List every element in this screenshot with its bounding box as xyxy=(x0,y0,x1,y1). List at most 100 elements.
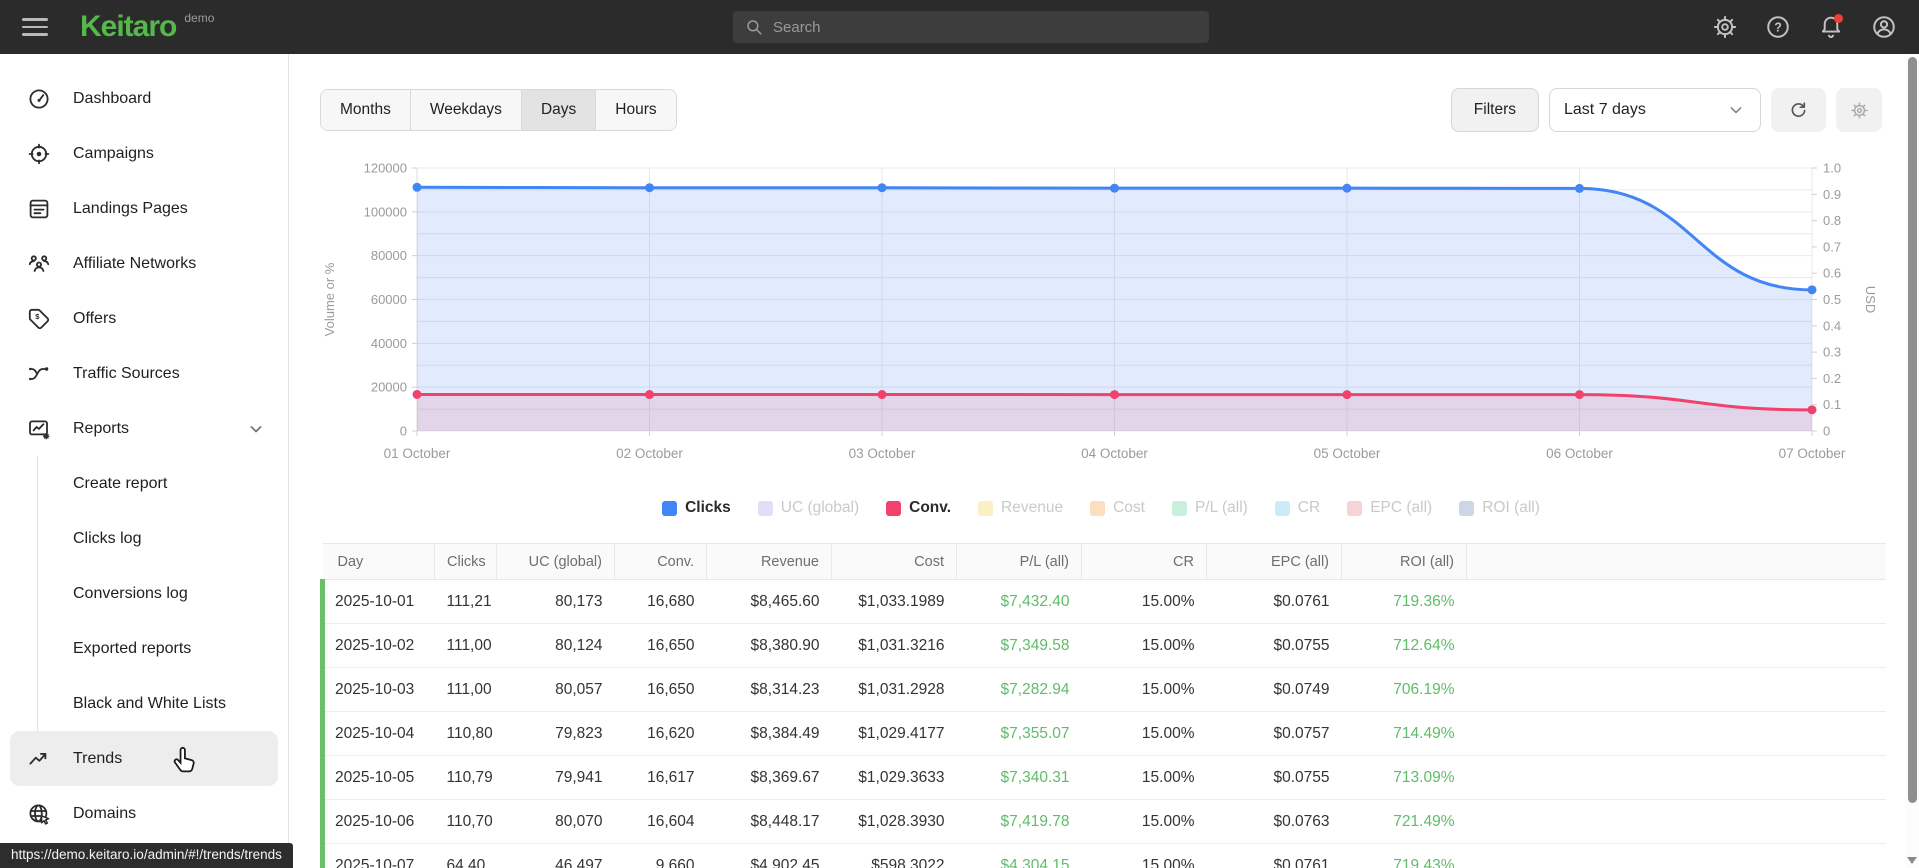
sidebar-item-black-and-white-lists[interactable]: Black and White Lists xyxy=(0,676,288,731)
settings-gear-icon[interactable] xyxy=(1712,14,1738,40)
legend-item-cr[interactable]: CR xyxy=(1274,499,1320,517)
legend-item-cost[interactable]: Cost xyxy=(1090,499,1145,517)
cell-uc-global: 80,070 xyxy=(496,799,615,844)
col-header-cost[interactable]: Cost xyxy=(831,543,957,580)
notifications-bell-icon[interactable] xyxy=(1818,14,1844,40)
sidebar-item-clicks-log[interactable]: Clicks log xyxy=(0,511,288,566)
sidebar-item-trends[interactable]: Trends xyxy=(10,731,278,786)
legend-label: UC (global) xyxy=(780,499,860,516)
legend-item-uc-global[interactable]: UC (global) xyxy=(757,499,860,517)
tab-weekdays[interactable]: Weekdays xyxy=(410,90,522,130)
col-header-epc-all[interactable]: EPC (all) xyxy=(1206,543,1342,580)
sidebar-item-dashboard[interactable]: Dashboard xyxy=(0,71,288,126)
sidebar-item-label: Reports xyxy=(73,419,130,437)
cell-clicks: 64,40 xyxy=(434,843,497,868)
search-input[interactable] xyxy=(773,18,1197,36)
filters-button[interactable]: Filters xyxy=(1450,88,1539,132)
sidebar-item-domains[interactable]: Domains xyxy=(0,786,288,841)
svg-text:0.2: 0.2 xyxy=(1823,371,1841,386)
cell-revenue: $8,465.60 xyxy=(706,579,832,624)
col-header-clicks[interactable]: Clicks xyxy=(434,543,497,580)
sidebar-item-campaigns[interactable]: Campaigns xyxy=(0,126,288,181)
svg-text:0.6: 0.6 xyxy=(1823,266,1841,281)
legend-swatch xyxy=(662,500,678,516)
scrollbar-arrow-down-icon[interactable] xyxy=(1907,857,1917,864)
legend-item-p-l-all[interactable]: P/L (all) xyxy=(1171,499,1248,517)
legend-item-epc-all[interactable]: EPC (all) xyxy=(1347,499,1432,517)
sidebar-item-offers[interactable]: $ Offers xyxy=(0,291,288,346)
account-avatar-icon[interactable] xyxy=(1871,14,1897,40)
cell-p-l-all: $7,349.58 xyxy=(956,623,1082,668)
keitaro-logo[interactable]: Keitaro xyxy=(80,12,177,42)
tab-days[interactable]: Days xyxy=(521,90,597,130)
date-range-select[interactable]: Last 7 days xyxy=(1549,88,1761,132)
tab-hours[interactable]: Hours xyxy=(596,90,676,130)
col-header-uc-global[interactable]: UC (global) xyxy=(496,543,615,580)
cell-revenue: $4,902.45 xyxy=(706,843,832,868)
scrollbar-thumb[interactable] xyxy=(1907,57,1917,803)
cell-cr: 15.00% xyxy=(1081,843,1207,868)
legend-item-clicks[interactable]: Clicks xyxy=(662,499,731,517)
cell-conv: 9,660 xyxy=(614,843,707,868)
legend-item-roi-all[interactable]: ROI (all) xyxy=(1459,499,1540,517)
cell-conv: 16,617 xyxy=(614,755,707,800)
refresh-button[interactable] xyxy=(1771,88,1826,132)
sidebar-item-affiliate-networks[interactable]: Affiliate Networks xyxy=(0,236,288,291)
hamburger-menu-button[interactable] xyxy=(22,18,48,36)
legend-label: Conv. xyxy=(909,499,952,516)
col-header-roi-all[interactable]: ROI (all) xyxy=(1341,543,1467,580)
cell-day: 2025-10-01 xyxy=(320,579,435,624)
cell-epc-all: $0.0755 xyxy=(1206,755,1342,800)
cell-epc-all: $0.0761 xyxy=(1206,579,1342,624)
col-header-p-l-all[interactable]: P/L (all) xyxy=(956,543,1082,580)
cell-cost: $1,031.3216 xyxy=(831,623,957,668)
col-header-conv[interactable]: Conv. xyxy=(614,543,707,580)
col-header-revenue[interactable]: Revenue xyxy=(706,543,832,580)
reports-icon xyxy=(27,417,51,441)
main-content: Months Weekdays Days Hours Filters Last 7 d… xyxy=(289,54,1919,868)
svg-text:0.5: 0.5 xyxy=(1823,292,1841,307)
cell-p-l-all: $7,282.94 xyxy=(956,667,1082,712)
affiliate-networks-icon xyxy=(27,252,51,276)
sidebar-item-reports[interactable]: Reports xyxy=(0,401,288,456)
cell-uc-global: 79,941 xyxy=(496,755,615,800)
sidebar-item-traffic-sources[interactable]: Traffic Sources xyxy=(0,346,288,401)
cell-clicks: 110,79 xyxy=(434,755,497,800)
svg-text:04 October: 04 October xyxy=(1081,446,1148,461)
sidebar-item-landings-pages[interactable]: Landings Pages xyxy=(0,181,288,236)
chart-settings-button[interactable] xyxy=(1836,88,1882,132)
tab-months[interactable]: Months xyxy=(321,90,411,130)
campaigns-icon xyxy=(27,142,51,166)
sidebar-item-exported-reports[interactable]: Exported reports xyxy=(0,621,288,676)
sidebar-item-create-report[interactable]: Create report xyxy=(0,456,288,511)
cell-cost: $1,029.3633 xyxy=(831,755,957,800)
col-header-day[interactable]: Day xyxy=(322,543,435,580)
cell-roi-all: 721.49% xyxy=(1341,799,1467,844)
col-header-filler xyxy=(1466,543,1886,580)
legend-swatch xyxy=(1171,500,1187,516)
svg-text:0: 0 xyxy=(400,424,407,439)
cell-clicks: 110,70 xyxy=(434,799,497,844)
svg-text:06 October: 06 October xyxy=(1546,446,1613,461)
sidebar-item-conversions-log[interactable]: Conversions log xyxy=(0,566,288,621)
svg-text:120000: 120000 xyxy=(364,161,407,176)
table-row: 2025-10-06 110,70 80,070 16,604 $8,448.17 $1,… xyxy=(320,799,1886,844)
cell-conv: 16,620 xyxy=(614,711,707,756)
legend-item-revenue[interactable]: Revenue xyxy=(978,499,1063,517)
col-header-cr[interactable]: CR xyxy=(1081,543,1207,580)
help-icon[interactable]: ? xyxy=(1765,14,1791,40)
sidebar-item-label: Conversions log xyxy=(73,584,188,602)
legend-swatch xyxy=(1274,500,1290,516)
cell-uc-global: 80,057 xyxy=(496,667,615,712)
cell-filler xyxy=(1466,755,1886,800)
dashboard-icon xyxy=(27,87,51,111)
cell-filler xyxy=(1466,843,1886,868)
legend-item-conv[interactable]: Conv. xyxy=(886,499,951,517)
svg-text:USD: USD xyxy=(1863,286,1878,313)
trends-chart: 0 20000 40000 60000 80000 100000 120000 0 0.1 0.2… xyxy=(320,154,1919,491)
cell-roi-all: 713.09% xyxy=(1341,755,1467,800)
cell-revenue: $8,314.23 xyxy=(706,667,832,712)
global-search[interactable] xyxy=(733,11,1209,43)
cell-cr: 15.00% xyxy=(1081,711,1207,756)
svg-text:40000: 40000 xyxy=(371,336,407,351)
